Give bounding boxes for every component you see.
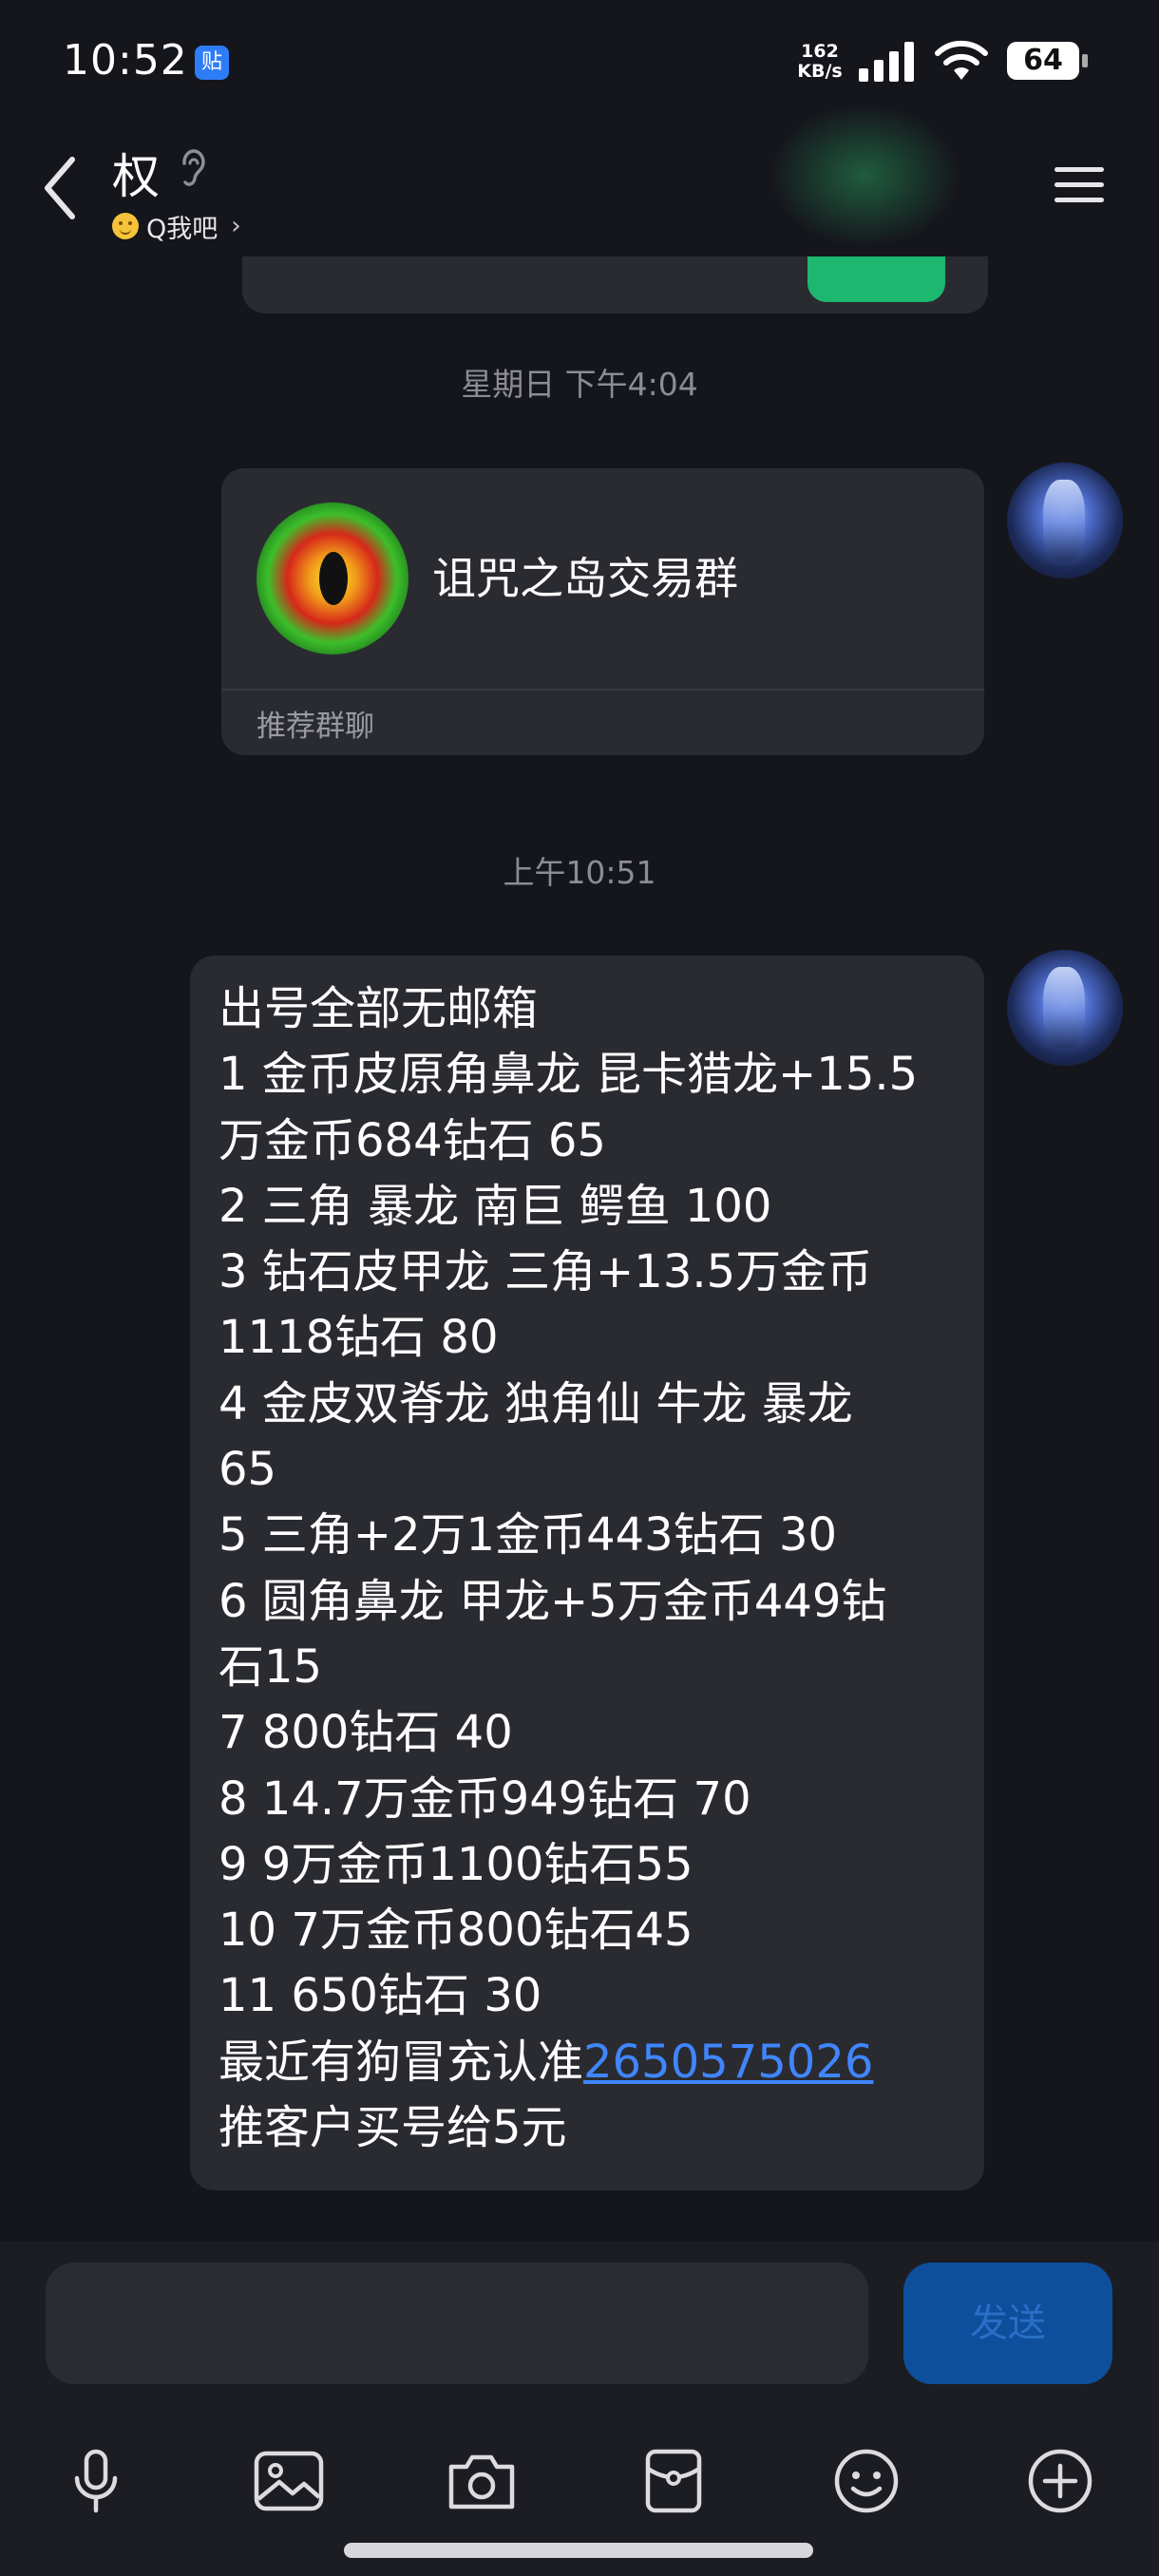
message-line: 石15	[218, 1639, 323, 1694]
chat-header: 权 Q我吧 ›	[0, 104, 1159, 256]
message-line: 出号全部无邮箱	[218, 982, 539, 1035]
message-line: 2 三角 暴龙 南巨 鳄鱼 100	[218, 1179, 772, 1233]
avatar[interactable]	[1007, 463, 1123, 578]
emoji-icon[interactable]	[828, 2443, 904, 2519]
battery-tip	[1082, 54, 1088, 67]
home-indicator[interactable]	[344, 2543, 813, 2558]
avatar[interactable]	[1007, 950, 1123, 1066]
camera-icon[interactable]	[444, 2443, 520, 2519]
message-line: 4 金皮双脊龙 独角仙 牛龙 暴龙	[218, 1376, 853, 1430]
input-toolbar	[0, 2443, 1159, 2519]
group-name: 诅咒之岛交易群	[432, 553, 738, 604]
net-speed-unit: KB/s	[797, 61, 843, 82]
message-text: 出号全部无邮箱 1 金币皮原角鼻龙 昆卡猎龙+15.5 万金币684钻石 65 …	[218, 976, 969, 2161]
divider	[221, 689, 984, 691]
image-icon[interactable]	[251, 2443, 327, 2519]
status-bar: 10:52 贴 162 KB/s 64	[0, 0, 1159, 133]
message-line: 推客户买号给5元	[218, 2101, 567, 2155]
message-line-with-link: 最近有狗冒充认准2650575026	[218, 2030, 969, 2095]
group-recommend-card[interactable]: 诅咒之岛交易群 推荐群聊	[221, 468, 984, 755]
chat-subtitle[interactable]: Q我吧 ›	[112, 209, 241, 244]
message-line: 8 14.7万金币949钻石 70	[218, 1771, 751, 1826]
message-line: 1 金币皮原角鼻龙 昆卡猎龙+15.5	[218, 1048, 919, 1102]
smile-emoji-icon	[112, 213, 139, 239]
red-packet-icon[interactable]	[636, 2443, 712, 2519]
message-line: 万金币684钻石 65	[218, 1113, 606, 1167]
microphone-icon[interactable]	[58, 2443, 134, 2519]
header-blur	[770, 104, 960, 247]
chevron-right-icon: ›	[231, 212, 241, 240]
timestamp: 上午10:51	[503, 854, 656, 891]
hamburger-menu-icon[interactable]	[1053, 161, 1106, 207]
message-bubble[interactable]: 出号全部无邮箱 1 金币皮原角鼻龙 昆卡猎龙+15.5 万金币684钻石 65 …	[190, 956, 984, 2190]
battery-indicator: 64	[1007, 42, 1089, 80]
back-icon[interactable]	[40, 154, 80, 222]
status-time: 10:52	[63, 36, 188, 85]
message-line: 1118钻石 80	[218, 1311, 499, 1365]
message-line: 9 9万金币1100钻石55	[218, 1837, 694, 1891]
ear-icon[interactable]	[177, 146, 209, 190]
group-card-label: 推荐群聊	[256, 710, 374, 744]
chat-title[interactable]: 权	[112, 139, 160, 207]
wifi-icon	[935, 40, 988, 80]
chat-subtitle-text: Q我吧	[146, 214, 218, 244]
signal-bars-icon	[859, 42, 914, 82]
message-line: 11 650钻石 30	[218, 1969, 542, 2023]
send-button[interactable]: 发送	[903, 2263, 1112, 2384]
input-area: 发送	[0, 2242, 1159, 2576]
message-line: 5 三角+2万1金币443钻石 30	[218, 1508, 838, 1563]
message-line: 7 800钻石 40	[218, 1706, 513, 1760]
message-line: 6 圆角鼻龙 甲龙+5万金币449钻	[218, 1574, 887, 1628]
net-speed-value: 162	[801, 41, 839, 62]
message-input[interactable]	[46, 2263, 868, 2384]
net-speed: 162 KB/s	[788, 42, 851, 82]
timestamp: 星期日 下午4:04	[461, 366, 698, 403]
group-avatar	[256, 502, 408, 654]
qq-number-link[interactable]: 2650575026	[583, 2036, 873, 2089]
plus-icon[interactable]	[1022, 2443, 1098, 2519]
link-prefix: 最近有狗冒充认准	[218, 2035, 584, 2089]
notification-badge: 贴	[195, 46, 229, 80]
message-line: 10 7万金币800钻石45	[218, 1904, 694, 1958]
battery-level: 64	[1007, 42, 1079, 80]
message-line: 3 钻石皮甲龙 三角+13.5万金币	[218, 1245, 873, 1299]
message-line: 65	[218, 1443, 277, 1497]
